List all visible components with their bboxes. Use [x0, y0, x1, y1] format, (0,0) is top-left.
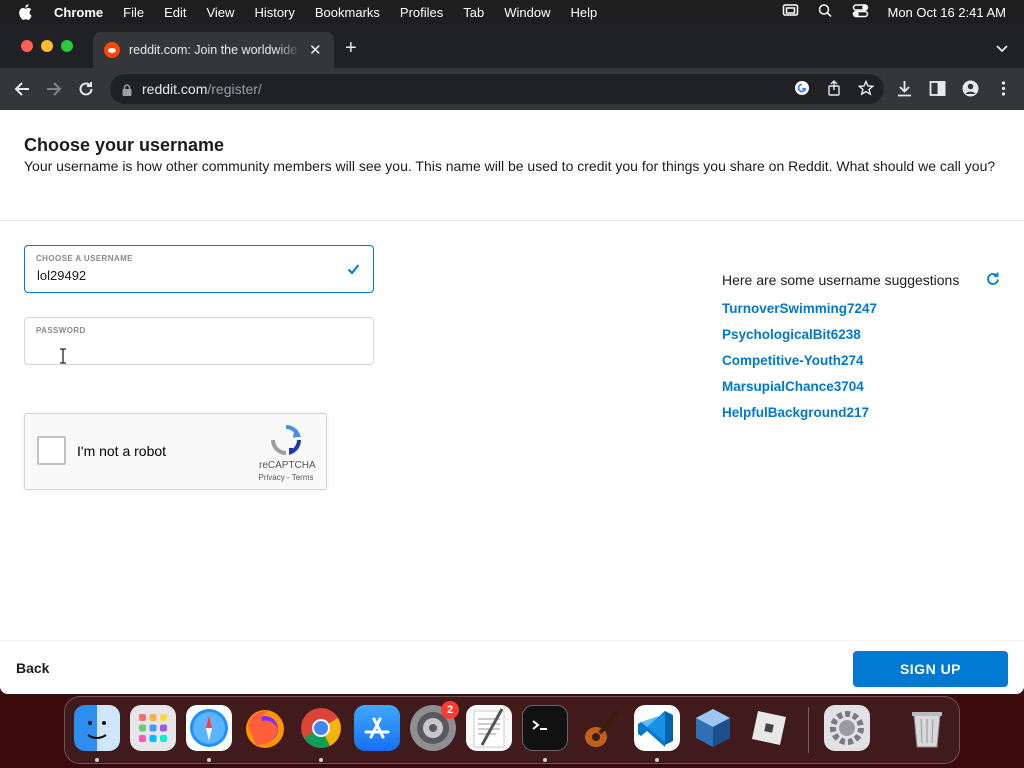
- safari-running-indicator: [207, 758, 211, 762]
- sign-up-button[interactable]: SIGN UP: [853, 651, 1008, 687]
- url-host: reddit.com: [142, 81, 208, 97]
- address-bar[interactable]: reddit.com/register/: [110, 74, 884, 104]
- url-path: /register/: [207, 81, 262, 97]
- bookmark-star-icon[interactable]: [857, 79, 875, 101]
- header-divider: [0, 220, 1024, 221]
- app-store-icon[interactable]: [354, 705, 400, 751]
- recaptcha-privacy-link[interactable]: Privacy: [259, 473, 285, 482]
- chrome-icon[interactable]: [298, 705, 344, 751]
- recaptcha-link-separator: -: [284, 473, 292, 482]
- menu-edit[interactable]: Edit: [164, 5, 186, 20]
- zoom-window-button[interactable]: [61, 40, 73, 52]
- terminal-icon[interactable]: [522, 705, 568, 751]
- browser-toolbar: reddit.com/register/: [0, 68, 1024, 110]
- spotlight-search-icon[interactable]: [817, 3, 834, 21]
- page-description: Your username is how other community mem…: [24, 158, 996, 174]
- chrome-menu-icon[interactable]: [995, 80, 1012, 102]
- username-field[interactable]: CHOOSE A USERNAME lol29492: [24, 245, 374, 293]
- menu-clock[interactable]: Mon Oct 16 2:41 AM: [887, 5, 1006, 20]
- finder-running-indicator: [95, 758, 99, 762]
- recaptcha-links: Privacy - Terms: [255, 473, 317, 482]
- menu-tab[interactable]: Tab: [463, 5, 484, 20]
- username-field-label: CHOOSE A USERNAME: [36, 254, 133, 263]
- screen-mirroring-icon[interactable]: [782, 3, 799, 21]
- google-lens-icon[interactable]: [794, 80, 810, 101]
- menu-app-name[interactable]: Chrome: [54, 5, 103, 20]
- form-footer: Back SIGN UP: [0, 640, 1024, 694]
- text-cursor-icon: [59, 348, 67, 364]
- garageband-icon[interactable]: [578, 705, 624, 751]
- gear-utility-icon[interactable]: [824, 705, 870, 751]
- tab-title: reddit.com: Join the worldwide conversat…: [129, 43, 301, 57]
- recaptcha-logo-icon: [270, 424, 302, 456]
- apple-menu-icon[interactable]: [18, 4, 34, 20]
- menu-view[interactable]: View: [206, 5, 234, 20]
- dock-separator: [808, 707, 809, 753]
- launchpad-icon[interactable]: [130, 705, 176, 751]
- recaptcha-label: I'm not a robot: [77, 443, 167, 459]
- system-preferences-badge: 2: [441, 701, 459, 719]
- downloads-icon[interactable]: [896, 80, 913, 102]
- minimize-window-button[interactable]: [41, 40, 53, 52]
- reddit-favicon-icon: [104, 42, 120, 58]
- textedit-icon[interactable]: [466, 705, 512, 751]
- share-icon[interactable]: [826, 80, 842, 101]
- recaptcha-brand: reCAPTCHA: [259, 460, 316, 471]
- password-field[interactable]: PASSWORD: [24, 317, 374, 365]
- roblox-icon[interactable]: [746, 705, 792, 751]
- recaptcha-terms-link[interactable]: Terms: [292, 473, 314, 482]
- browser-window: reddit.com: Join the worldwide conversat…: [0, 24, 1024, 694]
- vscode-running-indicator: [655, 758, 659, 762]
- macos-menu-bar: Chrome File Edit View History Bookmarks …: [0, 0, 1024, 24]
- menu-file[interactable]: File: [123, 5, 144, 20]
- menu-window[interactable]: Window: [504, 5, 550, 20]
- menu-profiles[interactable]: Profiles: [400, 5, 443, 20]
- close-window-button[interactable]: [21, 40, 33, 52]
- macos-dock: 2: [64, 696, 960, 764]
- suggestion-link[interactable]: TurnoverSwimming7247: [722, 300, 877, 326]
- finder-icon[interactable]: [74, 705, 120, 751]
- new-tab-icon[interactable]: +: [345, 38, 357, 58]
- back-button[interactable]: Back: [16, 660, 49, 676]
- tab-strip: reddit.com: Join the worldwide conversat…: [0, 24, 1024, 68]
- window-controls: [21, 40, 73, 52]
- terminal-running-indicator: [543, 758, 547, 762]
- virtualbox-icon[interactable]: [690, 705, 736, 751]
- tab-reddit-register[interactable]: reddit.com: Join the worldwide conversat…: [93, 32, 334, 68]
- suggestion-link[interactable]: MarsupialChance3704: [722, 378, 877, 404]
- recaptcha-checkbox[interactable]: [37, 436, 66, 465]
- vscode-icon[interactable]: [634, 705, 680, 751]
- url-text[interactable]: reddit.com/register/: [142, 81, 262, 97]
- side-panel-icon[interactable]: [929, 80, 946, 102]
- menu-help[interactable]: Help: [571, 5, 598, 20]
- recaptcha-widget: I'm not a robot reCAPTCHA Privacy - Term…: [24, 413, 327, 490]
- safari-icon[interactable]: [186, 705, 232, 751]
- back-arrow-icon[interactable]: [13, 80, 31, 98]
- suggestion-link[interactable]: HelpfulBackground217: [722, 404, 877, 430]
- reload-icon[interactable]: [77, 80, 95, 98]
- chrome-running-indicator: [319, 758, 323, 762]
- password-field-label: PASSWORD: [36, 326, 86, 335]
- username-input[interactable]: lol29492: [37, 268, 86, 283]
- refresh-suggestions-icon[interactable]: [985, 271, 1001, 287]
- menu-bookmarks[interactable]: Bookmarks: [315, 5, 380, 20]
- trash-icon[interactable]: [904, 705, 950, 751]
- profile-avatar-icon[interactable]: [962, 80, 979, 102]
- checkmark-icon: [347, 262, 360, 275]
- tab-search-chevron-icon[interactable]: [996, 41, 1008, 53]
- tab-close-icon[interactable]: ✕: [309, 43, 322, 58]
- page-title: Choose your username: [24, 135, 225, 155]
- suggestions-heading: Here are some username suggestions: [722, 272, 960, 288]
- menu-history[interactable]: History: [254, 5, 294, 20]
- firefox-icon[interactable]: [242, 705, 288, 751]
- suggestion-link[interactable]: PsychologicalBit6238: [722, 326, 877, 352]
- forward-arrow-icon[interactable]: [45, 80, 63, 98]
- suggestions-list: TurnoverSwimming7247 PsychologicalBit623…: [722, 300, 877, 430]
- suggestion-link[interactable]: Competitive-Youth274: [722, 352, 877, 378]
- lock-icon[interactable]: [122, 83, 132, 96]
- control-center-icon[interactable]: [852, 3, 869, 21]
- register-page: Choose your username Your username is ho…: [0, 110, 1024, 694]
